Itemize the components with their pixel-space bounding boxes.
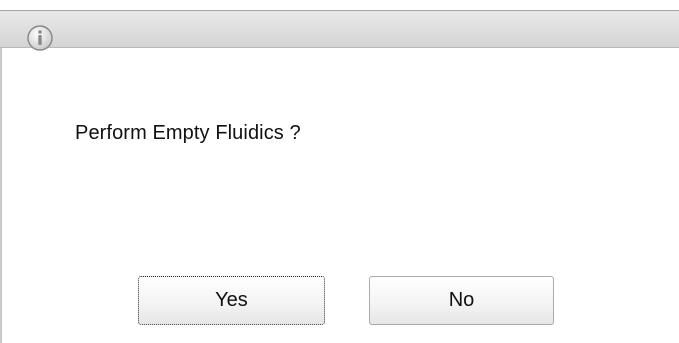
dialog-left-border bbox=[0, 48, 2, 343]
info-icon bbox=[26, 24, 54, 52]
no-button[interactable]: No bbox=[369, 276, 554, 325]
dialog-message: Perform Empty Fluidics ? bbox=[75, 122, 301, 144]
dialog-titlebar[interactable] bbox=[0, 10, 679, 51]
confirm-dialog: Perform Empty Fluidics ? Yes No bbox=[0, 0, 679, 343]
yes-button[interactable]: Yes bbox=[138, 276, 325, 325]
